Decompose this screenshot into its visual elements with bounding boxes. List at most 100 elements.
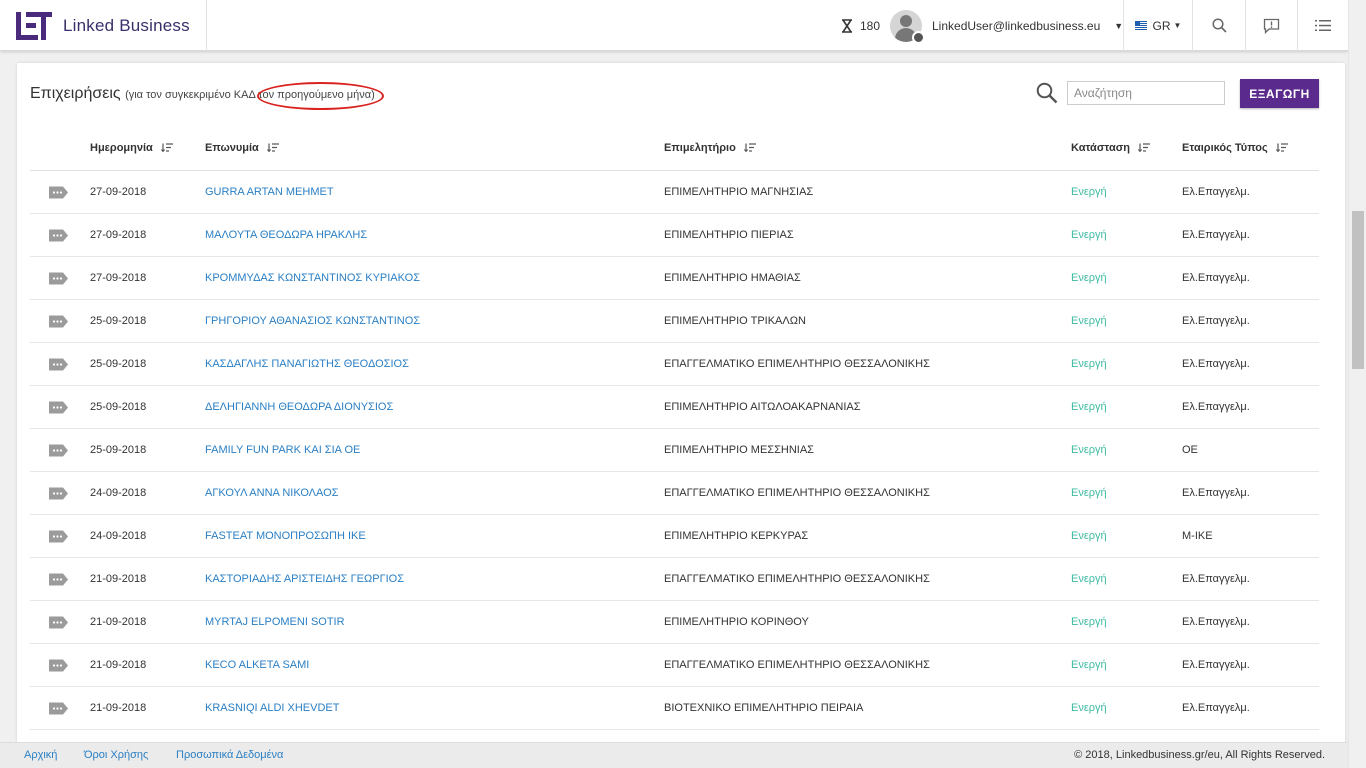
export-button[interactable]: ΕΞΑΓΩΓΗ — [1240, 79, 1319, 108]
search-input[interactable] — [1067, 81, 1225, 105]
cell-type: Ελ.Επαγγελμ. — [1182, 616, 1250, 628]
status-badge: Ενεργή — [1071, 530, 1107, 542]
cell-type: Ελ.Επαγγελμ. — [1182, 659, 1250, 671]
row-tag-button[interactable] — [47, 214, 69, 256]
table-header: Ημερομηνία Επωνυμία Επιμελητήριο Κατάστα… — [30, 125, 1319, 171]
cell-type: Ελ.Επαγγελμ. — [1182, 573, 1250, 585]
footer-link-home[interactable]: Αρχική — [24, 749, 57, 761]
cell-date: 27-09-2018 — [90, 272, 147, 284]
table-row: 25-09-2018 ΓΡΗΓΟΡΙΟΥ ΑΘΑΝΑΣΙΟΣ ΚΩΝΣΤΑΝΤΙΝ… — [30, 300, 1319, 343]
credits-counter: 180 — [840, 0, 880, 51]
sort-icon — [1275, 143, 1288, 152]
company-name-link[interactable]: ΚΑΣΔΑΓΛΗΣ ΠΑΝΑΓΙΩΤΗΣ ΘΕΟΔΟΣΙΟΣ — [205, 343, 409, 385]
row-tag-button[interactable] — [47, 343, 69, 385]
company-name-link[interactable]: ΜΑΛΟΥΤΑ ΘΕΟΔΩΡΑ ΗΡΑΚΛΗΣ — [205, 214, 367, 256]
feedback-button[interactable] — [1245, 0, 1297, 51]
table-row: 21-09-2018 KRASNIQI ALDI XHEVDET ΒΙΟΤΕΧΝΙΚ… — [30, 687, 1319, 730]
cell-date: 27-09-2018 — [90, 229, 147, 241]
credits-value: 180 — [860, 18, 881, 33]
company-name-link[interactable]: FASTEAT ΜΟΝΟΠΡΟΣΩΠΗ ΙΚΕ — [205, 515, 366, 557]
language-selector[interactable]: GR ▼ — [1124, 0, 1192, 51]
table-row: 27-09-2018 ΚΡΟΜΜΥΔΑΣ ΚΩΝΣΤΑΝΤΙΝΟΣ ΚΥΡΙΑΚΟ… — [30, 257, 1319, 300]
column-header-chamber[interactable]: Επιμελητήριο — [664, 125, 756, 170]
row-tag-button[interactable] — [47, 300, 69, 342]
cell-type: Ελ.Επαγγελμ. — [1182, 229, 1250, 241]
row-tag-button[interactable] — [47, 644, 69, 686]
cell-chamber: ΒΙΟΤΕΧΝΙΚΟ ΕΠΙΜΕΛΗΤΗΡΙΟ ΠΕΙΡΑΙΑ — [664, 702, 864, 714]
header-search-button[interactable] — [1193, 0, 1245, 51]
company-name-link[interactable]: ΚΑΣΤΟΡΙΑΔΗΣ ΑΡΙΣΤΕΙΔΗΣ ΓΕΩΡΓΙΟΣ — [205, 558, 404, 600]
card-title: Επιχειρήσεις — [30, 85, 121, 102]
tag-icon — [48, 357, 69, 372]
cell-date: 25-09-2018 — [90, 444, 147, 456]
status-badge: Ενεργή — [1071, 315, 1107, 327]
status-badge: Ενεργή — [1071, 659, 1107, 671]
sort-icon — [743, 143, 756, 152]
cell-chamber: ΕΠΙΜΕΛΗΤΗΡΙΟ ΚΕΡΚΥΡΑΣ — [664, 530, 809, 542]
menu-button[interactable] — [1297, 0, 1349, 51]
tag-icon — [48, 658, 69, 673]
company-name-link[interactable]: ΓΡΗΓΟΡΙΟΥ ΑΘΑΝΑΣΙΟΣ ΚΩΝΣΤΑΝΤΙΝΟΣ — [205, 300, 420, 342]
row-tag-button[interactable] — [47, 601, 69, 643]
status-badge: Ενεργή — [1071, 487, 1107, 499]
row-tag-button[interactable] — [47, 472, 69, 514]
status-badge: Ενεργή — [1071, 229, 1107, 241]
logo[interactable]: Linked Business — [0, 0, 207, 51]
table-row: 27-09-2018 ΜΑΛΟΥΤΑ ΘΕΟΔΩΡΑ ΗΡΑΚΛΗΣ ΕΠΙΜΕΛΗ… — [30, 214, 1319, 257]
cell-type: Ελ.Επαγγελμ. — [1182, 401, 1250, 413]
tag-icon — [48, 400, 69, 415]
page-scrollbar[interactable] — [1348, 0, 1366, 768]
column-header-name[interactable]: Επωνυμία — [205, 125, 279, 170]
status-badge: Ενεργή — [1071, 444, 1107, 456]
cell-chamber: ΕΠΙΜΕΛΗΤΗΡΙΟ ΜΕΣΣΗΝΙΑΣ — [664, 444, 814, 456]
cell-chamber: ΕΠΙΜΕΛΗΤΗΡΙΟ ΠΙΕΡΙΑΣ — [664, 229, 794, 241]
cell-chamber: ΕΠΑΓΓΕΛΜΑΤΙΚΟ ΕΠΙΜΕΛΗΤΗΡΙΟ ΘΕΣΣΑΛΟΝΙΚΗΣ — [664, 487, 930, 499]
cell-date: 25-09-2018 — [90, 401, 147, 413]
logo-mark-icon — [16, 11, 52, 40]
cell-date: 21-09-2018 — [90, 616, 147, 628]
language-label: GR — [1152, 18, 1171, 33]
cell-chamber: ΕΠΑΓΓΕΛΜΑΤΙΚΟ ΕΠΙΜΕΛΗΤΗΡΙΟ ΘΕΣΣΑΛΟΝΙΚΗΣ — [664, 358, 930, 370]
row-tag-button[interactable] — [47, 257, 69, 299]
row-tag-button[interactable] — [47, 558, 69, 600]
company-name-link[interactable]: ΚΡΟΜΜΥΔΑΣ ΚΩΝΣΤΑΝΤΙΝΟΣ ΚΥΡΙΑΚΟΣ — [205, 257, 420, 299]
companies-card: Επιχειρήσεις (για τον συγκεκριμένο ΚΑΔ τ… — [17, 63, 1345, 753]
footer: Αρχική Όροι Χρήσης Προσωπικά Δεδομένα © … — [0, 742, 1348, 768]
company-name-link[interactable]: KRASNIQI ALDI XHEVDET — [205, 687, 339, 729]
company-name-link[interactable]: MYRTAJ ELPOMENI SOTIR — [205, 601, 345, 643]
footer-link-terms[interactable]: Όροι Χρήσης — [84, 749, 148, 761]
cell-type: Ελ.Επαγγελμ. — [1182, 487, 1250, 499]
row-tag-button[interactable] — [47, 429, 69, 471]
chevron-down-icon: ▼ — [1173, 21, 1182, 30]
company-name-link[interactable]: KECO ALKETA SAMI — [205, 644, 309, 686]
row-tag-button[interactable] — [47, 687, 69, 729]
list-menu-icon — [1315, 20, 1331, 31]
row-tag-button[interactable] — [47, 515, 69, 557]
top-bar: Linked Business 180 LinkedUser@linkedbus… — [0, 0, 1348, 51]
sort-icon — [1137, 143, 1150, 152]
cell-date: 21-09-2018 — [90, 573, 147, 585]
column-header-type[interactable]: Εταιρικός Τύπος — [1182, 125, 1288, 170]
row-tag-button[interactable] — [47, 171, 69, 213]
row-tag-button[interactable] — [47, 386, 69, 428]
chevron-down-icon: ▼ — [1114, 20, 1124, 31]
company-name-link[interactable]: GURRA ARTAN MEHMET — [205, 171, 334, 213]
greek-flag-icon — [1134, 21, 1147, 30]
user-menu[interactable]: LinkedUser@linkedbusiness.eu ▼ — [890, 0, 1123, 51]
column-header-date[interactable]: Ημερομηνία — [90, 125, 173, 170]
column-header-status[interactable]: Κατάσταση — [1071, 125, 1150, 170]
company-name-link[interactable]: FAMILY FUN PARK ΚΑΙ ΣΙΑ ΟΕ — [205, 429, 360, 471]
footer-link-privacy[interactable]: Προσωπικά Δεδομένα — [176, 749, 283, 761]
cell-chamber: ΕΠΙΜΕΛΗΤΗΡΙΟ ΚΟΡΙΝΘΟΥ — [664, 616, 809, 628]
company-name-link[interactable]: ΑΓΚΟΥΛ ΑΝΝΑ ΝΙΚΟΛΑΟΣ — [205, 472, 338, 514]
scrollbar-thumb[interactable] — [1352, 211, 1364, 369]
brand-name: Linked Business — [63, 15, 190, 35]
cell-date: 25-09-2018 — [90, 358, 147, 370]
status-badge: Ενεργή — [1071, 401, 1107, 413]
cell-date: 24-09-2018 — [90, 487, 147, 499]
cell-date: 21-09-2018 — [90, 659, 147, 671]
table-row: 21-09-2018 KECO ALKETA SAMI ΕΠΑΓΓΕΛΜΑΤΙΚΟ … — [30, 644, 1319, 687]
company-name-link[interactable]: ΔΕΛΗΓΙΑΝΝΗ ΘΕΟΔΩΡΑ ΔΙΟΝΥΣΙΟΣ — [205, 386, 393, 428]
search-icon[interactable] — [1036, 82, 1058, 104]
table-row: 24-09-2018 FASTEAT ΜΟΝΟΠΡΟΣΩΠΗ ΙΚΕ ΕΠΙΜΕΛΗ… — [30, 515, 1319, 558]
